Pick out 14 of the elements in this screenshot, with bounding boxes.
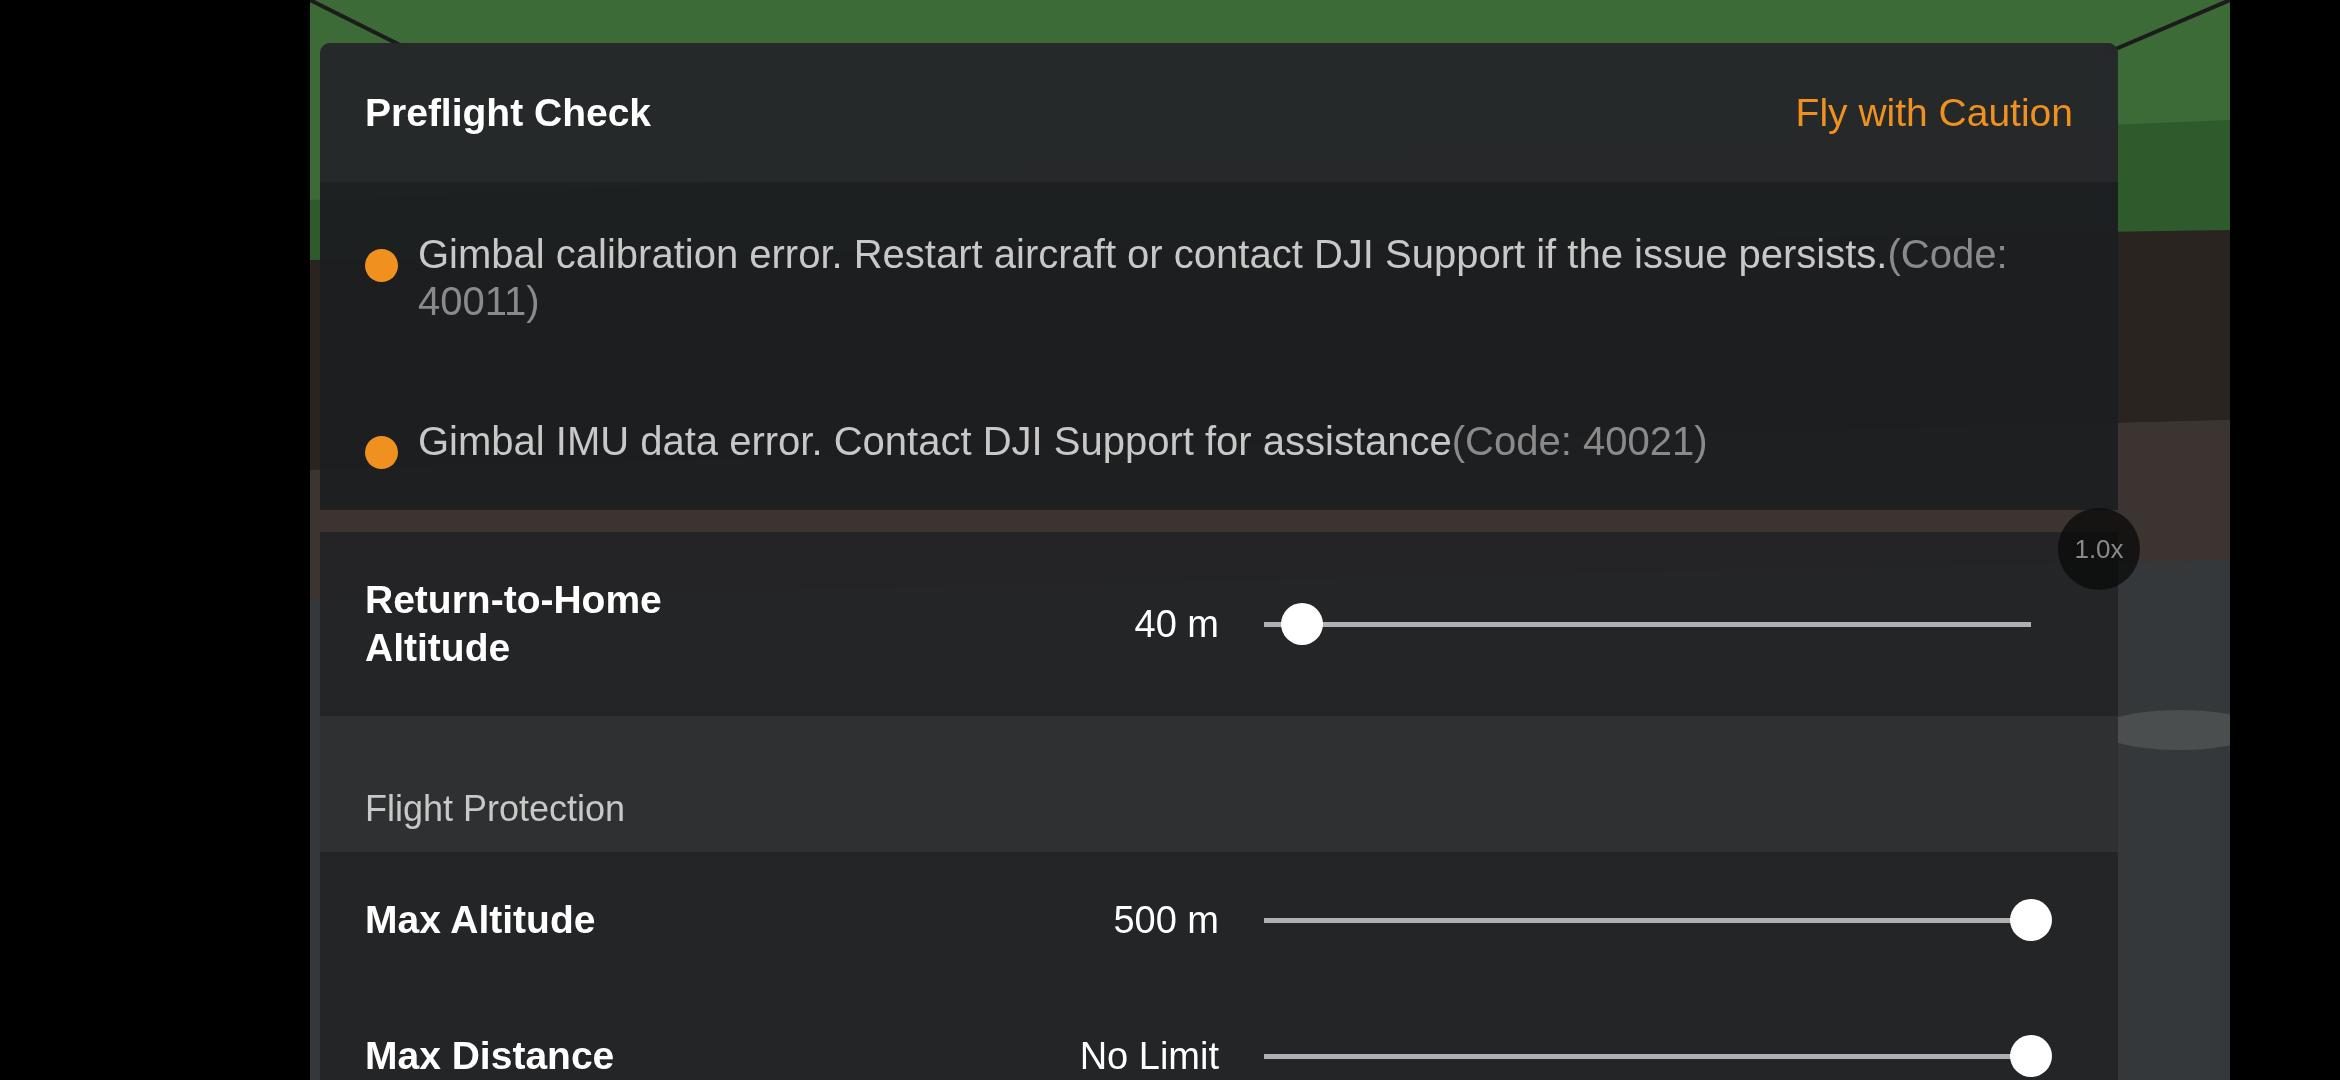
- setting-label: Return-to-Home Altitude: [365, 577, 663, 671]
- section-title: Flight Protection: [365, 788, 626, 830]
- slider-thumb[interactable]: [2010, 899, 2052, 941]
- setting-value: 40 m: [1133, 602, 1219, 646]
- alert-message: Gimbal calibration error. Restart aircraft or contact DJI Support if the issue persists.(Code: 40011): [418, 231, 2009, 325]
- setting-value: No Limit: [1078, 1034, 1219, 1078]
- setting-value: 500 m: [1112, 898, 1219, 942]
- slider-thumb[interactable]: [1281, 603, 1324, 645]
- alert-message: Gimbal IMU data error. Contact DJI Support for assistance(Code: 40021): [418, 418, 1709, 465]
- setting-label: Max Distance: [365, 1033, 616, 1079]
- slider-thumb[interactable]: [2010, 1035, 2052, 1077]
- flight-status: Fly with Caution: [1795, 90, 2073, 135]
- setting-label: Max Altitude: [365, 897, 597, 943]
- card-title: Preflight Check: [365, 90, 652, 135]
